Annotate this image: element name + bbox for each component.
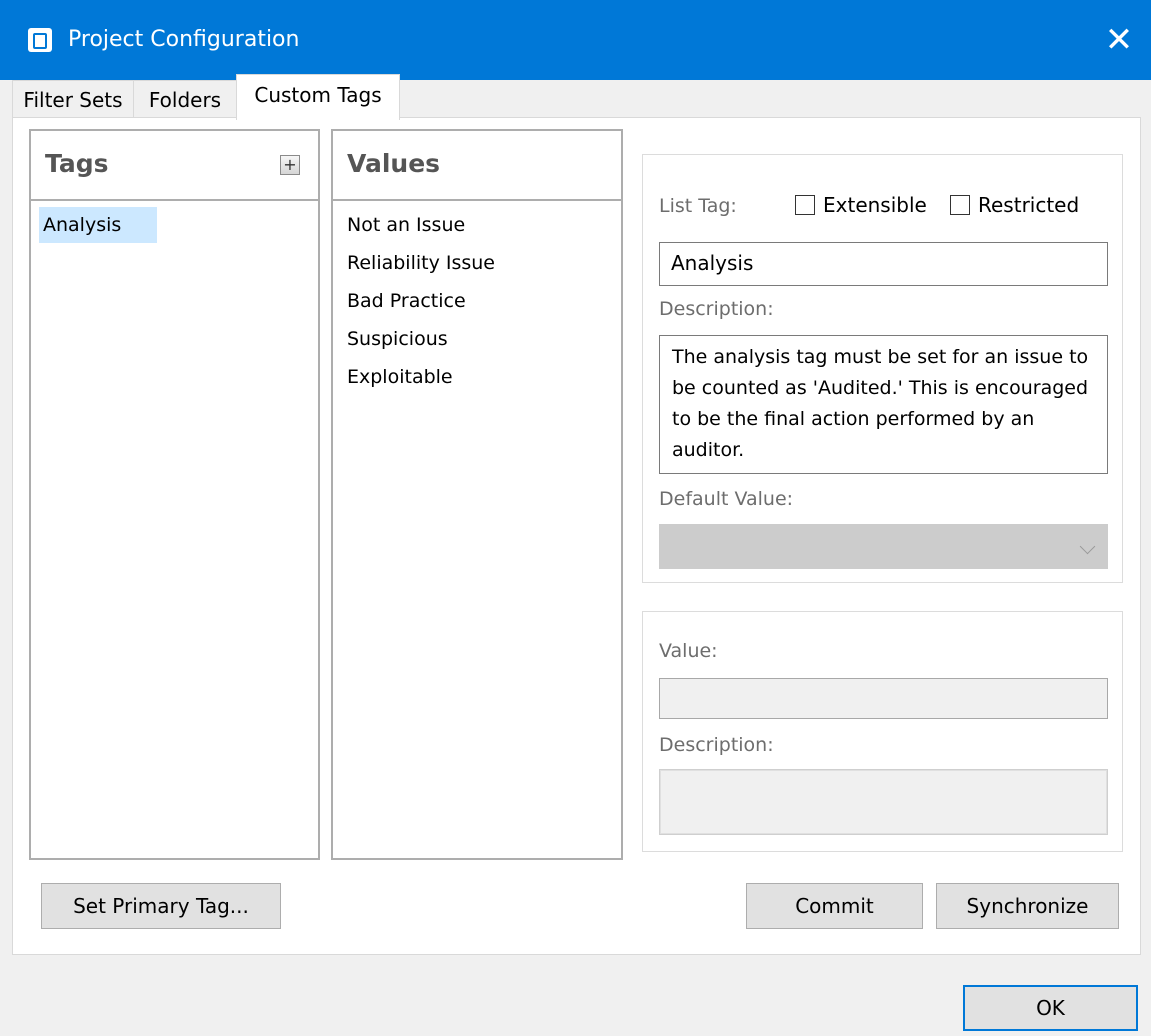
value-details-group: Value: Description: <box>642 611 1123 852</box>
chevron-down-icon <box>1079 538 1096 555</box>
tag-list-item-analysis[interactable]: Analysis <box>39 207 157 243</box>
close-icon[interactable]: ✕ <box>1087 0 1151 80</box>
window-title: Project Configuration <box>68 27 300 52</box>
tag-details-group: List Tag: Extensible Restricted Analysis… <box>642 154 1123 583</box>
restricted-checkbox-box[interactable] <box>950 195 970 215</box>
value-list-item[interactable]: Exploitable <box>343 359 457 395</box>
value-input[interactable] <box>659 678 1108 719</box>
value-label: Value: <box>659 640 718 662</box>
value-list-item[interactable]: Not an Issue <box>343 207 469 243</box>
commit-button[interactable]: Commit <box>746 883 923 929</box>
custom-tags-page: Tags + Analysis Values Not an Issue Reli… <box>12 117 1141 955</box>
default-value-label: Default Value: <box>659 488 794 510</box>
value-description-label: Description: <box>659 734 774 756</box>
ok-button[interactable]: OK <box>963 985 1138 1031</box>
tab-filter-sets[interactable]: Filter Sets <box>12 80 134 118</box>
default-value-dropdown[interactable] <box>659 524 1108 569</box>
list-tag-label: List Tag: <box>659 195 737 217</box>
tag-description-label: Description: <box>659 298 774 320</box>
values-panel: Values Not an Issue Reliability Issue Ba… <box>331 129 623 860</box>
restricted-label: Restricted <box>978 193 1080 217</box>
tag-name-input[interactable]: Analysis <box>659 242 1108 286</box>
extensible-label: Extensible <box>823 193 927 217</box>
tags-panel-title: Tags <box>45 149 109 178</box>
value-description-textarea[interactable] <box>659 769 1108 835</box>
values-panel-header: Values <box>333 131 621 201</box>
extensible-checkbox[interactable]: Extensible <box>795 193 927 217</box>
tags-panel: Tags + Analysis <box>29 129 320 860</box>
value-list-item[interactable]: Reliability Issue <box>343 245 499 281</box>
restricted-checkbox[interactable]: Restricted <box>950 193 1079 217</box>
tag-description-textarea[interactable]: The analysis tag must be set for an issu… <box>659 335 1108 474</box>
values-panel-title: Values <box>347 149 441 178</box>
set-primary-tag-button[interactable]: Set Primary Tag... <box>41 883 281 929</box>
add-tag-button[interactable]: + <box>280 155 300 175</box>
synchronize-button[interactable]: Synchronize <box>936 883 1119 929</box>
tab-custom-tags[interactable]: Custom Tags <box>236 74 400 120</box>
title-bar: Project Configuration ✕ <box>0 0 1151 80</box>
extensible-checkbox-box[interactable] <box>795 195 815 215</box>
value-list-item[interactable]: Bad Practice <box>343 283 470 319</box>
app-icon <box>28 28 52 52</box>
value-list-item[interactable]: Suspicious <box>343 321 452 357</box>
tags-panel-header: Tags + <box>31 131 318 201</box>
tab-folders[interactable]: Folders <box>133 80 237 118</box>
